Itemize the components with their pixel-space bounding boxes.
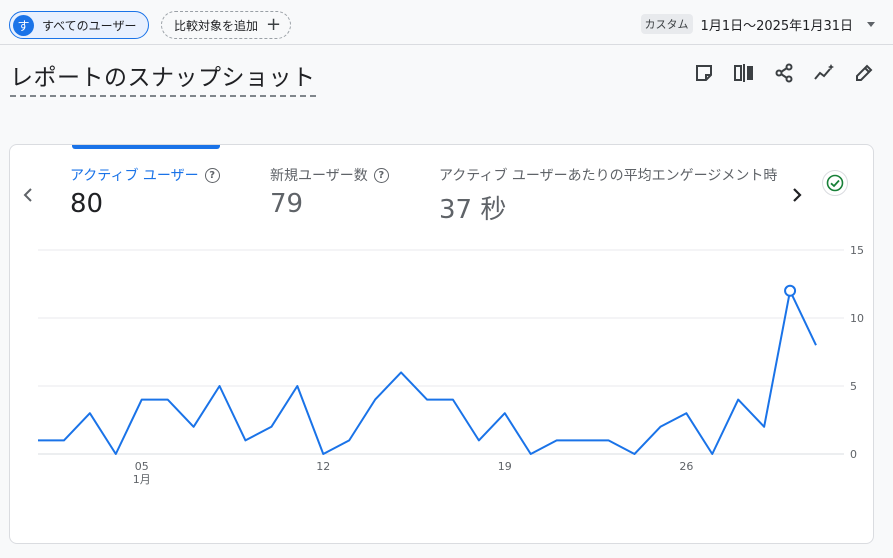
note-icon[interactable] <box>693 62 715 84</box>
series-line <box>38 289 817 455</box>
data-point <box>529 452 533 456</box>
date-range-picker[interactable]: カスタム 1月1日～2025年1月31日 <box>640 12 875 36</box>
line-chart: 05101505 12 19 261月 <box>36 244 864 486</box>
snapshot-card: アクティブ ユーザー ? 80 新規ユーザー数 ? 79 アクティブ ユーザーあ… <box>9 144 874 544</box>
data-point <box>88 411 92 415</box>
data-point <box>477 438 481 442</box>
x-tick-label: 12 <box>316 460 330 473</box>
segment-label: すべてのユーザー <box>42 18 137 33</box>
y-tick-label: 5 <box>850 380 857 393</box>
data-point <box>36 438 40 442</box>
x-tick-label: 19 <box>498 460 512 473</box>
segment-avatar: す <box>13 14 34 36</box>
y-tick-label: 0 <box>850 448 857 461</box>
data-point <box>399 370 403 374</box>
share-icon[interactable] <box>773 62 795 84</box>
edit-icon[interactable] <box>853 62 875 84</box>
add-comparison-label: 比較対象を追加 <box>174 18 259 33</box>
data-point <box>62 438 66 442</box>
data-point <box>192 425 196 429</box>
top-bar: す すべてのユーザー 比較対象を追加 + カスタム 1月1日～2025年1月31… <box>0 0 893 45</box>
data-point <box>762 425 766 429</box>
data-point <box>736 398 740 402</box>
data-point <box>581 438 585 442</box>
compare-columns-icon[interactable] <box>733 62 755 84</box>
page-title: レポートのスナップショット <box>10 58 316 97</box>
data-point <box>218 384 222 388</box>
data-point <box>684 411 688 415</box>
data-point <box>114 452 118 456</box>
segment-chip[interactable]: す すべてのユーザー <box>9 11 150 39</box>
report-toolbar <box>693 62 875 84</box>
x-tick-label: 05 <box>135 460 149 473</box>
data-point <box>140 398 144 402</box>
data-point <box>373 398 377 402</box>
add-comparison-button[interactable]: 比較対象を追加 + <box>161 11 292 39</box>
data-point <box>347 438 351 442</box>
data-point <box>243 438 247 442</box>
plus-icon: + <box>266 14 282 35</box>
data-point <box>321 452 325 456</box>
data-point <box>814 343 818 347</box>
y-tick-label: 10 <box>850 312 864 325</box>
data-point <box>269 425 273 429</box>
data-point <box>632 452 636 456</box>
data-point <box>555 438 559 442</box>
date-range-label: 1月1日～2025年1月31日 <box>700 18 853 34</box>
data-point <box>658 425 662 429</box>
data-point <box>607 438 611 442</box>
x-tick-label: 26 <box>679 460 693 473</box>
data-point <box>166 398 170 402</box>
data-point <box>503 411 507 415</box>
x-axis-month-label: 1月 <box>133 473 151 486</box>
highlighted-data-point <box>784 284 797 297</box>
insights-icon[interactable] <box>813 62 835 84</box>
data-point <box>451 398 455 402</box>
data-point <box>425 398 429 402</box>
data-point <box>710 452 714 456</box>
data-point <box>295 384 299 388</box>
date-custom-badge: カスタム <box>640 14 693 34</box>
y-tick-label: 15 <box>850 244 864 257</box>
chevron-down-icon[interactable] <box>867 21 875 27</box>
